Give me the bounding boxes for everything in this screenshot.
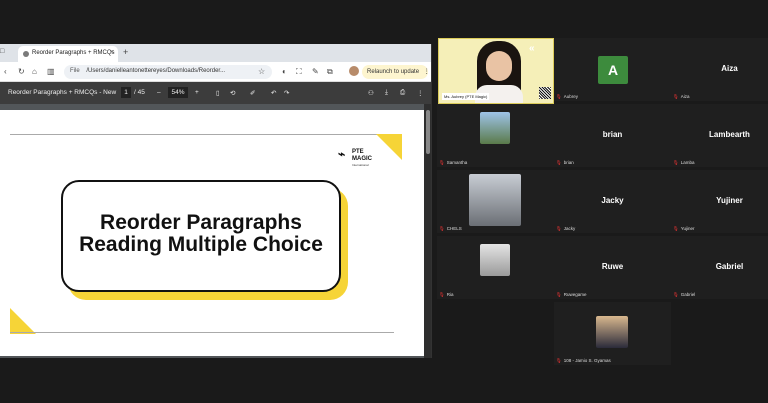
file-scheme-label: File [70, 68, 80, 74]
participant-name: Gabriel [715, 262, 744, 271]
participant-tile[interactable]: Yujiner 🎙 Yujiner [671, 170, 768, 233]
menu-icon[interactable]: ⋮ [424, 69, 430, 75]
speaker-tag: Ms. Aubrey (PTE Magic) [442, 93, 490, 100]
page-total: / 45 [134, 89, 145, 96]
relaunch-label: Relaunch to update [367, 69, 420, 75]
active-speaker-video[interactable]: « Ms. Aubrey (PTE Magic) [438, 38, 554, 104]
participant-label: 🎙 Ria [439, 292, 454, 297]
star-icon[interactable]: ☆ [258, 67, 265, 76]
relaunch-button[interactable]: Relaunch to update ⋮ [362, 65, 430, 79]
sidebar-icon[interactable]: ▥ [47, 67, 55, 76]
address-path: /Users/danielleantonettereyes/Downloads/… [86, 68, 226, 74]
tab-title: Reorder Paragraphs + RMCQs [32, 50, 115, 56]
print-icon[interactable]: ⎙ [400, 89, 405, 97]
participant-tile[interactable]: 🎙 Samantha [437, 104, 554, 167]
avatar-initial: A [598, 56, 628, 84]
new-tab-button[interactable]: + [123, 47, 128, 57]
participant-tile[interactable]: Lambearth 🎙 Lamba [671, 104, 768, 167]
participant-name: Lambearth [709, 130, 750, 139]
participant-tile[interactable]: Gabriel 🎙 Gabriel [671, 236, 768, 299]
address-bar-row: ‹ ↻ ⌂ ▥ File /Users/danielleantonetterey… [0, 62, 431, 82]
accent-triangle [376, 134, 402, 160]
divider [10, 332, 394, 333]
participant-label: 🎙 brian [556, 160, 574, 165]
home-icon[interactable]: ⌂ [32, 67, 37, 76]
meeting-window: □ Reorder Paragraphs + RMCQs × + ‹ ↻ ⌂ ▥… [0, 0, 768, 403]
slide-title-line1: Reorder Paragraphs [100, 211, 302, 234]
participant-label: 🎙 Aiza [673, 94, 690, 99]
pdf-viewer: ⌁ PTE MAGIC International Reorder Paragr… [0, 104, 431, 358]
video-thumbnail [480, 112, 510, 144]
participant-tile[interactable]: A 🎙 Aubrey [554, 38, 671, 101]
scrollbar-thumb[interactable] [426, 110, 430, 154]
video-thumbnail [596, 316, 628, 348]
slide-page: ⌁ PTE MAGIC International Reorder Paragr… [0, 110, 424, 356]
globe-icon [23, 51, 29, 57]
accent-triangle [10, 308, 36, 334]
slide-title-box: Reorder Paragraphs Reading Multiple Choi… [61, 180, 341, 292]
participant-tile[interactable]: Aiza 🎙 Aiza [671, 38, 768, 101]
zoom-in-button[interactable]: + [195, 89, 199, 96]
page-number-input[interactable]: 1 [121, 87, 131, 98]
participant-label: 🎙 108 - Jamio S. Gyamas [556, 358, 611, 363]
browser-tab-active[interactable]: Reorder Paragraphs + RMCQs × [18, 46, 118, 62]
annotate-icon[interactable]: ⚇ [368, 89, 374, 97]
close-icon[interactable]: × [110, 49, 114, 56]
zoom-level[interactable]: 54% [168, 87, 188, 98]
pdf-title: Reorder Paragraphs + RMCQs - New [8, 89, 117, 96]
participant-tile[interactable]: 🎙 Ria [437, 236, 554, 299]
video-thumbnail [469, 174, 521, 226]
window-control-icon[interactable]: □ [0, 48, 4, 55]
shared-screen: □ Reorder Paragraphs + RMCQs × + ‹ ↻ ⌂ ▥… [0, 44, 432, 358]
undo-icon[interactable]: ↶ [271, 89, 276, 97]
screenshot-icon[interactable]: ⛶ [296, 67, 302, 77]
participant-tile[interactable]: 🎙 CHELS [437, 170, 554, 233]
participant-label: 🎙 Lamba [673, 160, 695, 165]
pte-magic-logo: ⌁ PTE MAGIC International [338, 147, 372, 167]
slide-title-line2: Reading Multiple Choice [79, 233, 323, 256]
participant-label: 🎙 Jacky [556, 226, 576, 231]
participant-name: brian [602, 130, 623, 139]
participant-tile[interactable]: Ruwe 🎙 Ruwegame [554, 236, 671, 299]
divider [10, 134, 394, 135]
pen-icon[interactable]: ✎ [312, 67, 319, 76]
video-thumbnail [480, 244, 510, 276]
participant-label: 🎙 Gabriel [673, 292, 696, 297]
more-icon[interactable]: ⋮ [417, 89, 424, 97]
participant-face [486, 51, 512, 81]
participant-label: 🎙 Aubrey [556, 94, 578, 99]
rotate-icon[interactable]: ⟲ [230, 89, 235, 97]
participant-label: 🎙 Samantha [439, 160, 468, 165]
participant-name: Jacky [601, 196, 624, 205]
chevron-icon: « [529, 43, 535, 54]
extension-icon[interactable]: ◐ [282, 67, 287, 76]
redo-icon[interactable]: ↷ [284, 89, 289, 97]
participant-label: 🎙 Ruwegame [556, 292, 587, 297]
participant-label: 🎙 CHELS [439, 226, 462, 231]
reload-icon[interactable]: ↻ [18, 67, 25, 76]
participant-name: Aiza [721, 64, 738, 73]
back-icon[interactable]: ‹ [4, 67, 7, 76]
participant-name: Yujiner [716, 196, 743, 205]
participant-label: 🎙 Yujiner [673, 226, 695, 231]
pdf-toolbar: Reorder Paragraphs + RMCQs - New 1 / 45 … [0, 82, 431, 104]
address-input[interactable]: File /Users/danielleantonettereyes/Downl… [64, 65, 272, 79]
puzzle-icon[interactable]: ⧉ [327, 67, 333, 77]
zoom-out-button[interactable]: – [157, 89, 161, 96]
browser-tab-bar: □ Reorder Paragraphs + RMCQs × + [0, 44, 431, 62]
participant-tile[interactable]: Jacky 🎙 Jacky [554, 170, 671, 233]
participant-tile[interactable]: brian 🎙 brian [554, 104, 671, 167]
profile-avatar[interactable] [349, 66, 359, 76]
participant-name: Ruwe [601, 262, 624, 271]
draw-icon[interactable]: ✐ [250, 89, 255, 97]
download-icon[interactable]: ⤓ [385, 89, 388, 97]
qr-code [539, 87, 551, 99]
fit-page-icon[interactable]: ▯ [216, 89, 220, 97]
participant-tile[interactable]: 🎙 108 - Jamio S. Gyamas [554, 302, 671, 365]
